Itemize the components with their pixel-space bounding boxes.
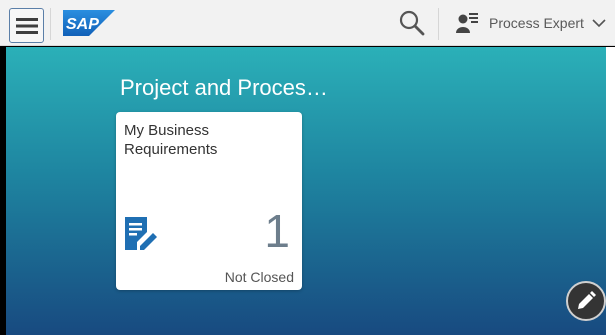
header-divider-right bbox=[438, 8, 439, 40]
tile-footer: Not Closed bbox=[224, 269, 294, 285]
logo-text: SAP bbox=[66, 16, 99, 33]
chevron-down-icon bbox=[592, 19, 606, 28]
group-title: Project and Proces… bbox=[120, 75, 328, 100]
shell-header: SAP Process Expert bbox=[0, 0, 615, 46]
tile-title: My Business Requirements bbox=[124, 122, 218, 158]
search-button[interactable] bbox=[397, 8, 427, 38]
hamburger-menu-button[interactable] bbox=[9, 8, 44, 43]
user-menu-button[interactable]: Process Expert bbox=[455, 8, 606, 38]
edit-home-button[interactable] bbox=[566, 281, 606, 321]
user-name-label: Process Expert bbox=[489, 15, 584, 31]
search-icon bbox=[399, 10, 425, 36]
scrollbar-strip[interactable] bbox=[606, 47, 615, 335]
user-list-icon bbox=[456, 13, 478, 33]
header-divider-left bbox=[50, 8, 51, 40]
tile-my-business-requirements[interactable]: My Business Requirements 1 Not Closed bbox=[116, 112, 302, 290]
sap-logo[interactable]: SAP bbox=[63, 10, 115, 41]
hamburger-menu-icon bbox=[15, 17, 38, 34]
tile-kpi-number: 1 bbox=[264, 205, 290, 257]
pencil-icon bbox=[578, 291, 596, 309]
edit-document-icon bbox=[125, 217, 157, 250]
launchpad-canvas: Project and Proces… My Business Requirem… bbox=[6, 47, 606, 335]
